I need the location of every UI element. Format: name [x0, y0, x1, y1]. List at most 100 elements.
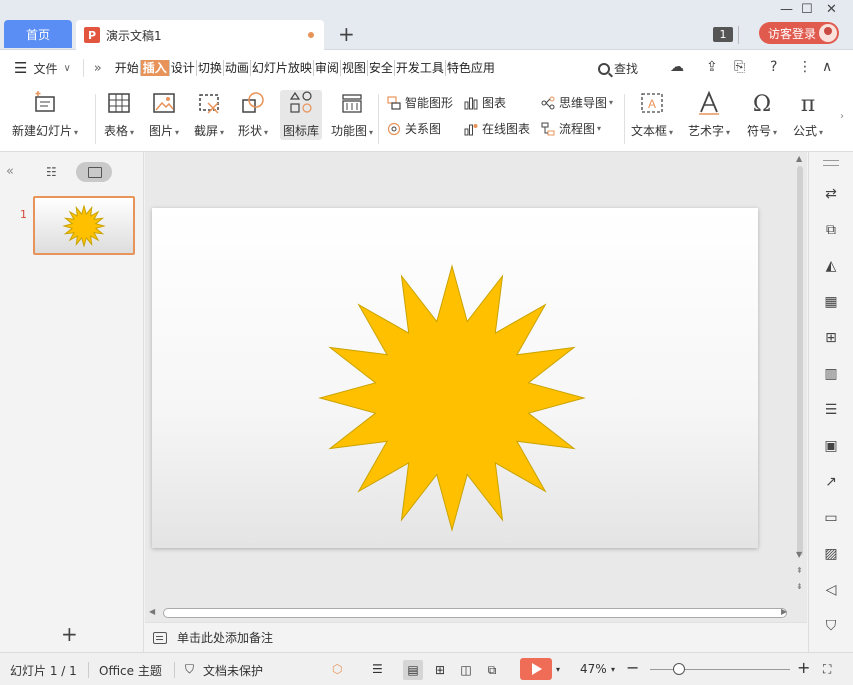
minimize-icon[interactable]: —: [780, 2, 793, 17]
horizontal-scroll-thumb[interactable]: [163, 608, 787, 618]
symbol-button[interactable]: Ω 符号 ▾: [747, 90, 777, 139]
zoom-out-button[interactable]: −: [626, 658, 639, 677]
align-icon[interactable]: ☰: [372, 662, 383, 676]
tab-5[interactable]: 幻灯片放映: [251, 60, 314, 76]
zoom-in-button[interactable]: +: [797, 658, 810, 677]
new-slide-button[interactable]: 新建幻灯片 ▾: [12, 90, 78, 139]
scroll-down-icon[interactable]: ▼: [796, 550, 802, 559]
tab-9[interactable]: 开发工具: [395, 60, 446, 76]
outline-view-icon[interactable]: ☷: [46, 165, 57, 179]
tab-2[interactable]: 设计: [170, 60, 197, 76]
table-icon[interactable]: ▦: [821, 292, 841, 312]
art-text-button[interactable]: 艺术字 ▾: [688, 90, 730, 139]
settings-icon[interactable]: ☰: [821, 400, 841, 420]
reading-view-button[interactable]: ◫: [456, 660, 476, 680]
zoom-level[interactable]: 47%: [580, 662, 607, 676]
grid-icon[interactable]: ⊞: [821, 328, 841, 348]
audio-icon[interactable]: ◁: [821, 580, 841, 600]
collapse-panel-icon[interactable]: «: [6, 164, 14, 179]
tab-3[interactable]: 切换: [197, 60, 224, 76]
horizontal-scrollbar[interactable]: ◀ ▶: [145, 605, 793, 619]
collapse-ribbon-icon[interactable]: ∧: [822, 59, 832, 75]
star-polygon[interactable]: [62, 204, 106, 247]
flowchart-button[interactable]: 流程图 ▾: [541, 120, 601, 137]
sidebar-grip[interactable]: [823, 160, 839, 166]
chart-icon[interactable]: ▥: [821, 364, 841, 384]
file-menu[interactable]: ☰ 文件 ∨: [14, 59, 71, 77]
relation-chart-button[interactable]: 关系图: [387, 120, 441, 137]
slide-thumbnail[interactable]: [33, 196, 135, 255]
vertical-scroll-thumb[interactable]: [797, 166, 803, 556]
tab-document[interactable]: P 演示文稿1: [76, 20, 324, 50]
picture-button[interactable]: 图片 ▾: [149, 90, 179, 139]
picture-icon[interactable]: ▣: [821, 436, 841, 456]
icon-library-button[interactable]: 图标库: [280, 90, 323, 140]
scroll-left-icon[interactable]: ◀: [149, 607, 155, 616]
mind-map-button[interactable]: 思维导图 ▾: [541, 94, 613, 111]
select-icon[interactable]: ⇄: [821, 184, 841, 204]
zoom-slider-handle[interactable]: [673, 663, 685, 675]
theme-name[interactable]: Office 主题: [99, 662, 162, 679]
tab-4[interactable]: 动画: [224, 60, 251, 76]
image-icon[interactable]: ▨: [821, 544, 841, 564]
tab-8[interactable]: 安全: [368, 60, 395, 76]
play-options-chevron-icon[interactable]: ▾: [556, 665, 560, 674]
add-slide-button[interactable]: +: [61, 622, 78, 646]
double-chevron-icon[interactable]: »: [94, 61, 102, 76]
zoom-slider[interactable]: [650, 669, 790, 670]
zoom-options-chevron-icon[interactable]: ▾: [611, 665, 615, 674]
notification-badge[interactable]: 1: [713, 27, 733, 42]
share-icon[interactable]: ⇪: [706, 59, 718, 75]
vertical-scrollbar[interactable]: ▲ ▼ ⇞ ⇟: [793, 152, 807, 622]
fill-icon[interactable]: ◭: [821, 256, 841, 276]
more-icon[interactable]: ⋮: [798, 59, 812, 75]
function-chart-button[interactable]: 功能图 ▾: [331, 90, 373, 139]
prev-slide-icon[interactable]: ⇞: [796, 566, 803, 575]
online-chart-button[interactable]: 在线图表: [464, 120, 530, 137]
star-shape[interactable]: [152, 208, 758, 548]
function-chart-icon: [342, 94, 362, 113]
unsaved-dot-icon[interactable]: [308, 32, 314, 38]
slide[interactable]: [152, 208, 758, 548]
screenshot-button[interactable]: 截屏 ▾: [194, 90, 224, 139]
ribbon-scroll-right-icon[interactable]: ›: [840, 111, 844, 122]
search-button[interactable]: 查找: [598, 60, 638, 77]
table-button[interactable]: 表格 ▾: [104, 90, 134, 139]
shape-icon[interactable]: ⧉: [821, 220, 841, 240]
new-tab-button[interactable]: +: [338, 24, 355, 44]
shape-button[interactable]: 形状 ▾: [238, 90, 268, 139]
shield-icon[interactable]: ⛉: [821, 616, 841, 636]
play-slideshow-button[interactable]: [520, 658, 552, 680]
textbox-button[interactable]: A 文本框 ▾: [631, 90, 673, 139]
tab-home[interactable]: 首页: [4, 20, 72, 48]
tab-1[interactable]: 插入: [140, 60, 170, 76]
help-icon[interactable]: ?: [770, 59, 777, 75]
normal-view-button[interactable]: ▤: [403, 660, 423, 680]
presenter-view-button[interactable]: ⧉: [482, 660, 502, 680]
avatar: [819, 24, 837, 42]
archive-icon[interactable]: ▭: [821, 508, 841, 528]
scroll-right-icon[interactable]: ▶: [781, 607, 787, 616]
share-icon[interactable]: ↗: [821, 472, 841, 492]
protection-status[interactable]: 文档未保护: [203, 662, 263, 679]
thumbnail-view-toggle[interactable]: [76, 162, 112, 182]
fit-window-icon[interactable]: ⛶: [823, 662, 831, 677]
cloud-sync-icon[interactable]: ☁: [670, 59, 684, 75]
smart-shape-button[interactable]: 智能图形: [387, 94, 453, 111]
guest-login-button[interactable]: 访客登录: [759, 22, 839, 44]
tab-6[interactable]: 审阅: [314, 60, 341, 76]
scroll-up-icon[interactable]: ▲: [796, 154, 802, 163]
tab-0[interactable]: 开始: [114, 60, 141, 76]
slide-sorter-button[interactable]: ⊞: [430, 660, 450, 680]
export-icon[interactable]: ⎘: [734, 59, 745, 75]
maximize-icon[interactable]: ☐: [801, 2, 813, 17]
tab-7[interactable]: 视图: [341, 60, 368, 76]
formula-button[interactable]: π 公式 ▾: [793, 90, 823, 139]
tab-10[interactable]: 特色应用: [446, 60, 496, 76]
smart-beautify-icon[interactable]: ⬡: [332, 662, 342, 676]
close-icon[interactable]: ✕: [826, 2, 837, 17]
next-slide-icon[interactable]: ⇟: [796, 582, 803, 591]
chart-button[interactable]: 图表: [464, 94, 506, 111]
star-polygon[interactable]: [318, 264, 586, 532]
notes-bar[interactable]: 单击此处添加备注: [145, 622, 807, 652]
